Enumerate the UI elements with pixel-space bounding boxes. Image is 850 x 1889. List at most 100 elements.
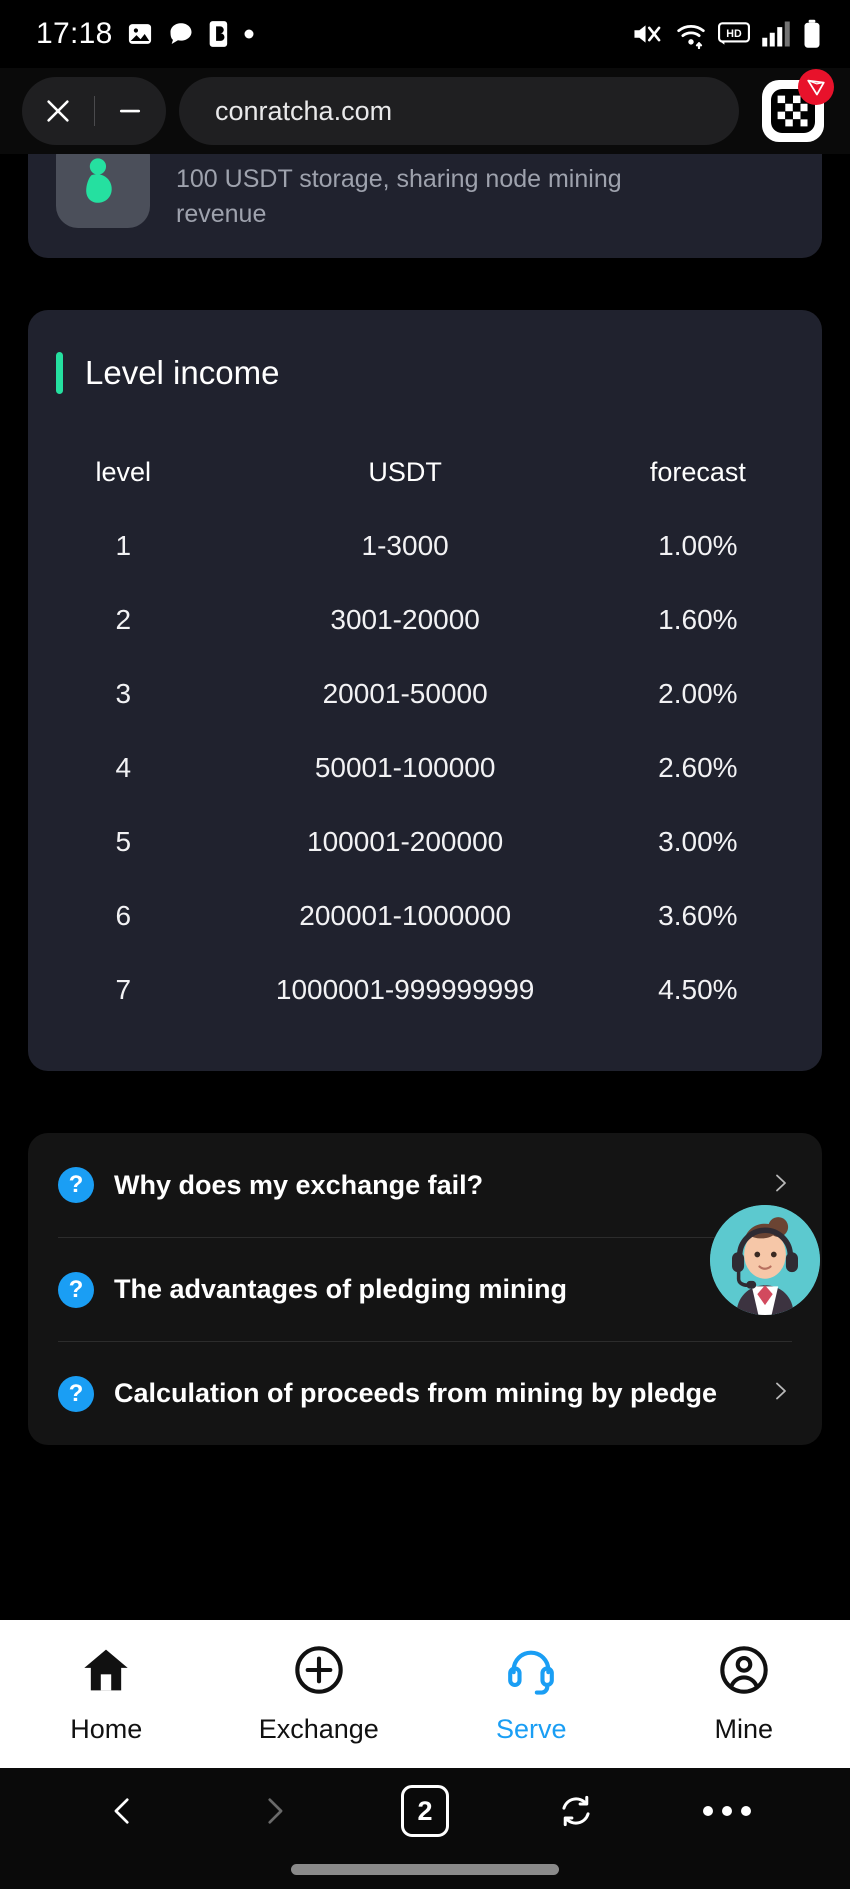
tab-count: 2 — [400, 1785, 449, 1837]
question-mark-icon: ? — [58, 1375, 94, 1412]
nav-item-mine[interactable]: Mine — [638, 1644, 850, 1745]
faq-item-label: The advantages of pledging mining — [114, 1274, 568, 1304]
minimize-icon — [120, 109, 141, 113]
nav-label: Home — [70, 1713, 143, 1744]
more-icon — [702, 1806, 751, 1816]
image-icon — [126, 20, 154, 48]
back-button[interactable] — [48, 1794, 199, 1828]
cell-level: 3 — [115, 678, 132, 709]
address-bar[interactable]: conratcha.com — [179, 77, 739, 145]
status-bar: 17:18 HD — [0, 0, 850, 68]
forward-icon — [268, 1798, 283, 1824]
close-icon — [47, 100, 69, 122]
hd-icon: HD — [718, 21, 750, 47]
chat-icon — [167, 20, 195, 48]
more-options-button[interactable] — [651, 1806, 802, 1816]
window-controls — [22, 77, 166, 145]
plus-circle-icon — [293, 1644, 345, 1701]
person-mining-icon — [56, 154, 150, 228]
user-circle-icon — [718, 1644, 770, 1701]
cell-forecast: 1.00% — [658, 530, 738, 561]
customer-service-agent-icon — [710, 1205, 820, 1315]
dot-icon — [243, 28, 255, 40]
back-icon — [114, 1798, 129, 1824]
column-header-level: level — [95, 457, 152, 487]
table-row: 5 100001-200000 3.00% — [28, 805, 822, 879]
table-row: 6 200001-1000000 3.60% — [28, 879, 822, 953]
browser-bottom-row: 2 — [0, 1768, 850, 1854]
tron-wallet-icon[interactable] — [762, 69, 834, 142]
cell-forecast: 2.00% — [658, 678, 738, 709]
svg-text:HD: HD — [726, 28, 742, 40]
question-mark-icon: ? — [58, 1167, 94, 1203]
cell-level: 5 — [115, 826, 132, 857]
faq-item-exchange-fail[interactable]: ? Why does my exchange fail? — [58, 1133, 792, 1237]
cell-forecast: 3.60% — [658, 900, 738, 931]
customer-service-avatar[interactable] — [710, 1205, 820, 1315]
home-icon — [80, 1644, 132, 1701]
refresh-icon — [562, 1795, 590, 1827]
status-bar-left: 17:18 — [36, 17, 255, 51]
table-row: 3 20001-50000 2.00% — [28, 657, 822, 731]
cell-level: 7 — [115, 974, 132, 1005]
cell-forecast: 1.60% — [658, 604, 738, 635]
browser-bottom-bar: 2 — [0, 1768, 850, 1889]
nav-item-exchange[interactable]: Exchange — [213, 1644, 426, 1745]
faq-item-proceeds-calculation[interactable]: ? Calculation of proceeds from mining by… — [58, 1341, 792, 1445]
level-income-table: level USDT forecast 1 1-3000 1.00% 2 300… — [28, 436, 822, 1027]
tron-badge-icon — [798, 69, 834, 105]
cell-forecast: 4.50% — [658, 974, 738, 1005]
nav-item-serve[interactable]: Serve — [425, 1644, 638, 1745]
browser-toolbar: conratcha.com — [0, 68, 850, 154]
status-time: 17:18 — [36, 17, 113, 50]
question-mark-icon: ? — [58, 1271, 94, 1308]
mute-icon — [632, 19, 664, 49]
refresh-button[interactable] — [500, 1792, 651, 1830]
nav-label: Exchange — [258, 1713, 379, 1744]
battery-icon — [802, 19, 822, 49]
level-income-card: Level income level USDT forecast 1 1-300… — [28, 310, 822, 1071]
cell-forecast: 3.00% — [658, 826, 738, 857]
nav-label: Mine — [714, 1713, 774, 1744]
cell-usdt: 200001-1000000 — [299, 900, 512, 931]
cell-usdt: 3001-20000 — [330, 604, 480, 635]
cell-level: 4 — [115, 752, 132, 783]
promo-subtitle: 100 USDT storage, sharing node mining re… — [176, 165, 622, 228]
chevron-right-icon — [768, 1171, 792, 1200]
faq-card: ? Why does my exchange fail? ? The advan… — [28, 1133, 822, 1445]
minimize-button[interactable] — [95, 77, 167, 145]
faq-item-pledging-advantages[interactable]: ? The advantages of pledging mining — [58, 1237, 792, 1341]
cell-usdt: 50001-100000 — [314, 752, 496, 783]
cell-usdt: 1000001-999999999 — [275, 974, 535, 1005]
forward-button[interactable] — [199, 1794, 350, 1828]
table-header-row: level USDT forecast — [28, 436, 822, 509]
accent-bar — [56, 352, 63, 394]
table-row: 2 3001-20000 1.60% — [28, 583, 822, 657]
table-row: 1 1-3000 1.00% — [28, 509, 822, 583]
url-text: conratcha.com — [215, 95, 393, 126]
column-header-usdt: USDT — [368, 457, 442, 487]
close-button[interactable] — [22, 77, 94, 145]
cell-usdt: 100001-200000 — [307, 826, 504, 857]
cell-level: 1 — [115, 530, 132, 561]
tab-switcher-button[interactable]: 2 — [350, 1785, 501, 1837]
cell-usdt: 1-3000 — [361, 530, 449, 561]
nav-label: Serve — [495, 1713, 567, 1744]
status-bar-right: HD — [632, 19, 822, 49]
table-row: 7 1000001-999999999 4.50% — [28, 953, 822, 1027]
cell-usdt: 20001-50000 — [322, 678, 488, 709]
faq-item-label: Calculation of proceeds from mining by p… — [114, 1378, 718, 1408]
cell-level: 6 — [115, 900, 132, 931]
faq-item-label: Why does my exchange fail? — [114, 1169, 484, 1200]
cell-level: 2 — [115, 604, 132, 635]
bottom-navigation: Home Exchange Serve Mine — [0, 1620, 850, 1768]
wifi-icon — [675, 19, 707, 49]
level-income-header: Level income — [28, 352, 822, 394]
webpage-content: Low threshold into the 100 USDT storage,… — [0, 154, 850, 1620]
page-title: Level income — [85, 354, 280, 391]
promo-text: Low threshold into the 100 USDT storage,… — [176, 154, 676, 258]
bold-b-icon — [208, 20, 230, 48]
promo-card[interactable]: Low threshold into the 100 USDT storage,… — [28, 154, 822, 258]
gesture-bar — [291, 1864, 559, 1875]
nav-item-home[interactable]: Home — [0, 1644, 213, 1745]
